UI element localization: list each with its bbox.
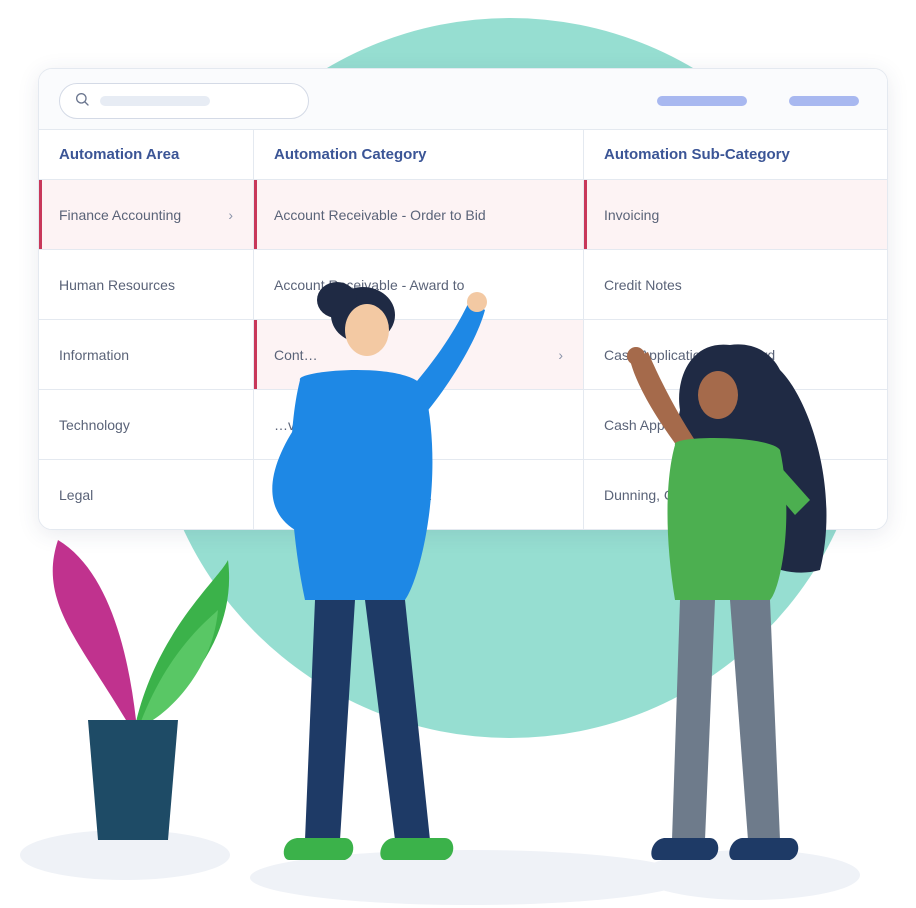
cell-label: Legal	[59, 487, 93, 503]
sub-row-credit-notes[interactable]: Credit Notes	[584, 249, 887, 319]
column-header-category: Automation Category	[254, 129, 584, 179]
cell-label: Account Receivable - Order to Bid	[274, 207, 486, 223]
area-row-legal[interactable]: Legal	[39, 459, 254, 529]
cell-label: Technology	[59, 417, 130, 433]
nav-link-skeleton-1[interactable]	[657, 96, 747, 106]
cell-label: Credit Notes	[604, 277, 682, 293]
category-row-order-to-bid[interactable]: Account Receivable - Order to Bid	[254, 179, 584, 249]
cell-label: Information	[59, 347, 129, 363]
area-row-finance-accounting[interactable]: Finance Accounting ›	[39, 179, 254, 249]
search-placeholder-skeleton	[100, 96, 210, 106]
person-green-illustration	[580, 340, 860, 890]
person-blue-illustration	[245, 280, 505, 880]
cell-label: Invoicing	[604, 207, 659, 223]
area-row-technology[interactable]: Technology	[39, 389, 254, 459]
chevron-right-icon: ›	[558, 347, 563, 363]
area-row-information[interactable]: Information	[39, 319, 254, 389]
column-header-subcategory: Automation Sub-Category	[584, 129, 887, 179]
area-row-human-resources[interactable]: Human Resources	[39, 249, 254, 319]
chevron-right-icon: ›	[228, 207, 233, 223]
search-input[interactable]	[59, 83, 309, 119]
topbar	[39, 69, 887, 129]
cell-label: Finance Accounting	[59, 207, 181, 223]
nav-link-skeleton-2[interactable]	[789, 96, 859, 106]
column-header-area: Automation Area	[39, 129, 254, 179]
plant-illustration	[18, 520, 248, 850]
search-icon	[74, 91, 90, 112]
sub-row-invoicing[interactable]: Invoicing	[584, 179, 887, 249]
cell-label: Human Resources	[59, 277, 175, 293]
